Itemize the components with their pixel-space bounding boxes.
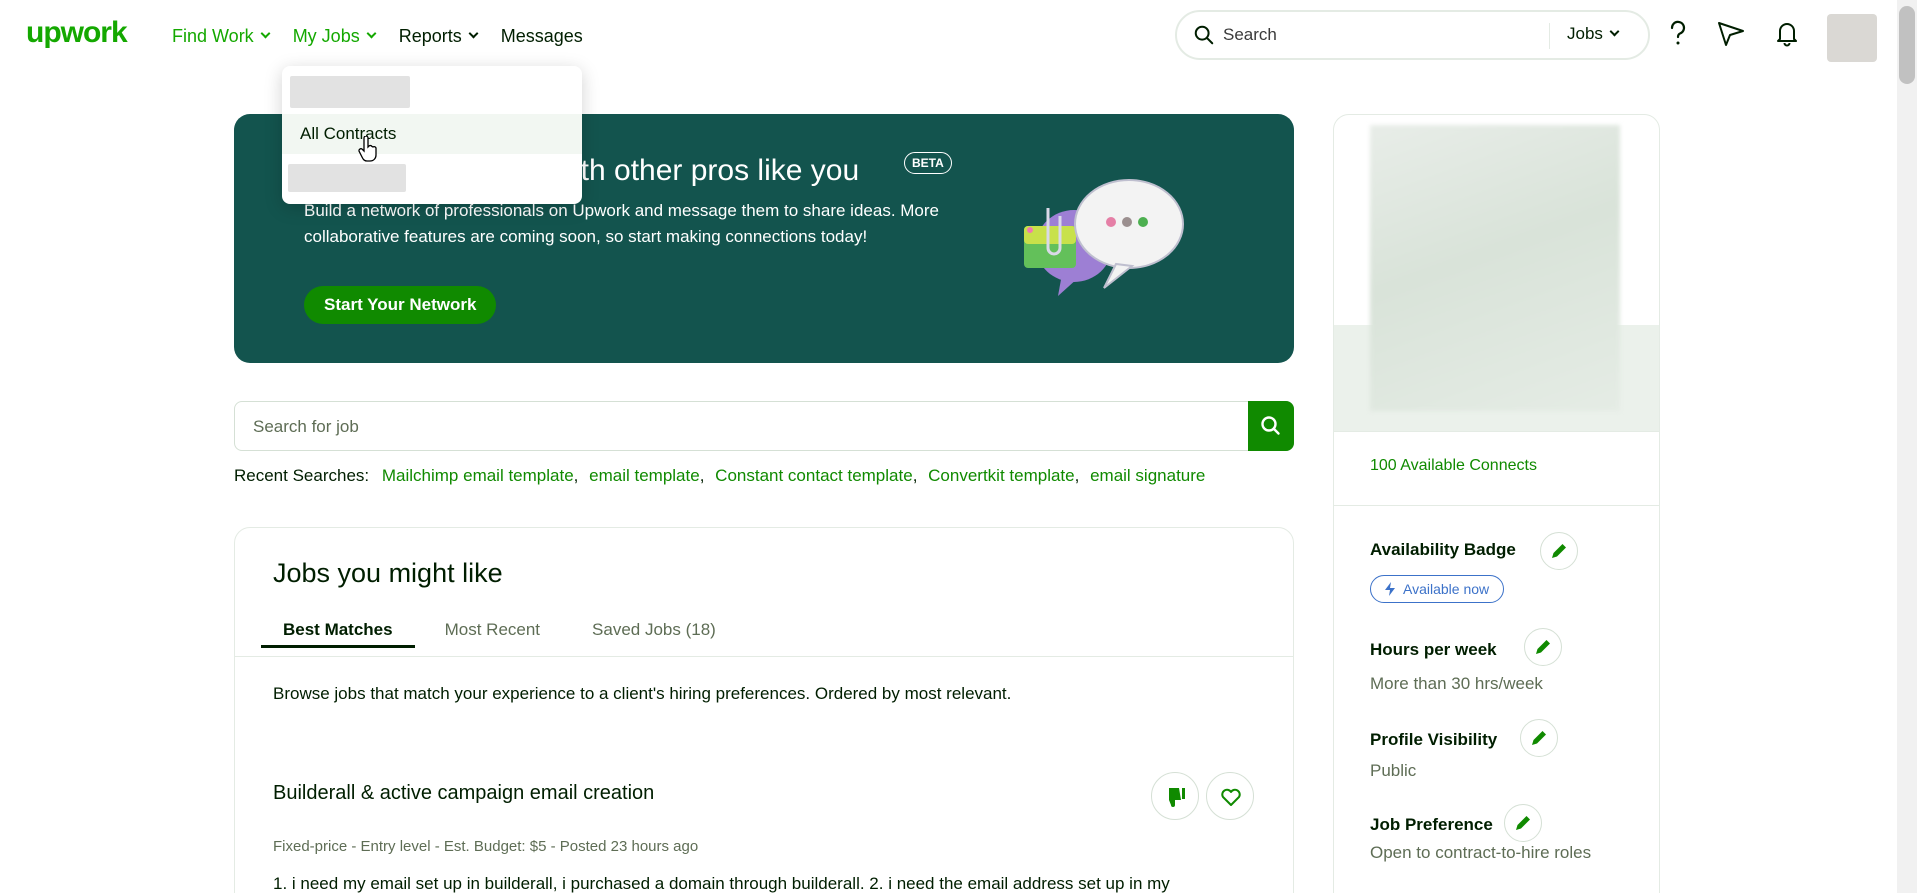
pencil-icon: [1552, 544, 1566, 558]
nav-messages[interactable]: Messages: [501, 22, 583, 50]
jobs-section-title: Jobs you might like: [273, 558, 503, 588]
global-search-input[interactable]: [1223, 22, 1523, 48]
scrollbar-thumb[interactable]: [1899, 6, 1915, 84]
separator: ,: [573, 466, 579, 485]
banner-title: ith other pros like you: [574, 154, 860, 187]
available-now-label: Available now: [1403, 581, 1490, 597]
recent-search-link[interactable]: Mailchimp email template: [382, 466, 574, 485]
hours-per-week-value: More than 30 hrs/week: [1370, 674, 1543, 693]
main-nav: Find Work My Jobs Reports Messages: [172, 22, 607, 50]
recent-searches-label: Recent Searches:: [234, 466, 370, 485]
notifications-bell-icon[interactable]: [1772, 18, 1802, 48]
nav-my-jobs-label: My Jobs: [292, 25, 360, 46]
recent-searches: Recent Searches: Mailchimp email templat…: [234, 466, 1205, 486]
pencil-icon: [1532, 731, 1546, 745]
edit-visibility-button[interactable]: [1520, 719, 1558, 757]
chevron-down-icon: [1609, 26, 1620, 37]
jobs-tabs: Best Matches Most Recent Saved Jobs (18): [261, 612, 746, 648]
chat-bubbles-illustration: [1024, 179, 1184, 296]
profile-visibility-value: Public: [1370, 761, 1417, 780]
search-type-select[interactable]: Jobs: [1567, 24, 1620, 44]
edit-availability-button[interactable]: [1540, 532, 1578, 570]
job-search-bar: [234, 401, 1294, 451]
job-description: 1. i need my email set up in builderall,…: [273, 874, 1170, 893]
job-preference-label: Job Preference: [1370, 815, 1493, 834]
nav-find-work[interactable]: Find Work: [172, 22, 271, 50]
sidebar-divider: [1334, 505, 1659, 506]
tab-most-recent[interactable]: Most Recent: [423, 612, 562, 648]
hand-pointer-cursor-icon: [358, 136, 377, 162]
chevron-down-icon: [468, 28, 479, 39]
menu-item-obscured[interactable]: [290, 76, 410, 108]
sidebar-divider: [1334, 431, 1659, 432]
job-meta: Fixed-price - Entry level - Est. Budget:…: [273, 838, 699, 855]
available-connects-link[interactable]: 100 Available Connects: [1370, 457, 1537, 475]
separator: ,: [699, 466, 705, 485]
hours-per-week-label: Hours per week: [1370, 640, 1497, 659]
lightning-icon: [1385, 582, 1395, 596]
chevron-down-icon: [366, 28, 377, 39]
available-now-badge: Available now: [1370, 575, 1505, 603]
save-job-button[interactable]: [1206, 772, 1254, 820]
beta-badge: BETA: [904, 152, 952, 174]
top-header: upwork Find Work My Jobs Reports Message…: [0, 0, 1917, 70]
separator: ,: [1074, 466, 1080, 485]
nav-my-jobs[interactable]: My Jobs: [292, 22, 377, 50]
recent-search-link[interactable]: email signature: [1090, 466, 1205, 485]
nav-messages-label: Messages: [500, 25, 583, 46]
nav-find-work-label: Find Work: [172, 25, 254, 46]
jobs-description: Browse jobs that match your experience t…: [273, 684, 1012, 703]
job-search-button[interactable]: [1248, 401, 1294, 451]
search-icon: [1194, 25, 1214, 45]
banner-description: Build a network of professionals on Upwo…: [304, 201, 939, 246]
profile-visibility-label: Profile Visibility: [1370, 730, 1498, 749]
menu-item-all-contracts[interactable]: All Contracts: [282, 114, 582, 154]
upwork-logo[interactable]: upwork: [26, 16, 128, 50]
tabs-divider: [235, 656, 1293, 657]
nav-reports[interactable]: Reports: [398, 22, 479, 50]
dislike-job-button[interactable]: [1151, 772, 1199, 820]
pencil-icon: [1536, 640, 1550, 654]
edit-hours-button[interactable]: [1524, 628, 1562, 666]
help-icon[interactable]: [1663, 18, 1693, 48]
start-your-network-button[interactable]: Start Your Network: [304, 286, 497, 324]
search-icon: [1261, 416, 1280, 435]
availability-badge-label: Availability Badge: [1370, 540, 1516, 559]
menu-item-obscured[interactable]: [288, 164, 406, 192]
separator: ,: [912, 466, 918, 485]
global-search: Jobs: [1175, 10, 1650, 60]
job-preference-value: Open to contract-to-hire roles: [1370, 843, 1592, 862]
user-avatar[interactable]: [1827, 14, 1877, 62]
my-jobs-dropdown-menu: All Contracts: [282, 66, 582, 204]
recent-search-link[interactable]: email template: [589, 466, 700, 485]
job-search-input[interactable]: [253, 414, 1153, 440]
recent-search-link[interactable]: Constant contact template: [715, 466, 913, 485]
search-divider: [1549, 23, 1550, 49]
nav-reports-label: Reports: [398, 25, 462, 46]
tab-saved-jobs[interactable]: Saved Jobs (18): [570, 612, 738, 648]
thumbs-down-icon: [1169, 788, 1185, 807]
direct-contracts-icon[interactable]: [1716, 18, 1746, 48]
job-title-link[interactable]: Builderall & active campaign email creat…: [273, 782, 654, 805]
edit-job-preference-button[interactable]: [1504, 804, 1542, 842]
tab-best-matches[interactable]: Best Matches: [261, 612, 415, 648]
pencil-icon: [1516, 816, 1530, 830]
heart-icon: [1221, 788, 1241, 806]
jobs-you-might-like-card: Jobs you might like Best Matches Most Re…: [234, 527, 1294, 893]
search-type-label: Jobs: [1567, 24, 1603, 43]
recent-search-link[interactable]: Convertkit template: [928, 466, 1074, 485]
page-scrollbar[interactable]: [1897, 0, 1917, 893]
profile-sidebar: 100 Available Connects Availability Badg…: [1333, 114, 1660, 893]
profile-photo-obscured[interactable]: [1370, 125, 1620, 411]
chevron-down-icon: [260, 28, 271, 39]
